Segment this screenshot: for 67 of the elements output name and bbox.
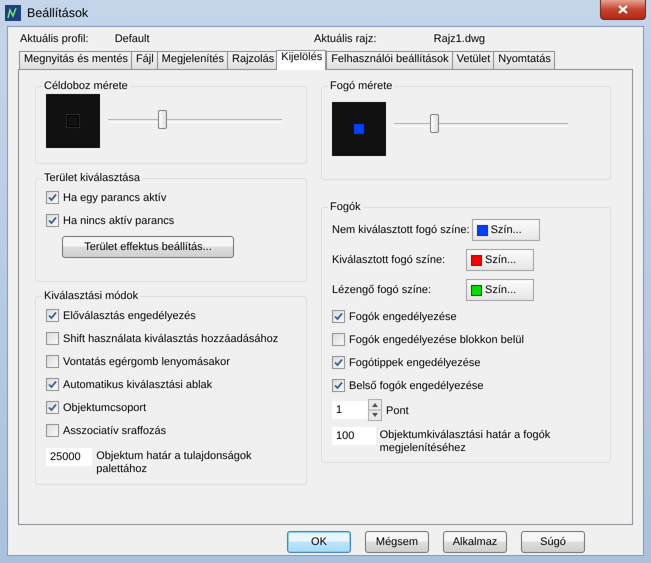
checkbox[interactable] <box>46 401 59 414</box>
close-icon <box>618 5 628 14</box>
checkbox[interactable] <box>332 356 345 369</box>
checkbox-label: Shift használata kiválasztás hozzáadásához <box>63 332 278 344</box>
pickbox-preview <box>46 94 100 148</box>
checkbox[interactable] <box>46 309 59 322</box>
profile-value: Default <box>114 33 151 47</box>
checkbox-label: Objektumcsoport <box>63 402 146 414</box>
field-label: Pont <box>386 404 409 418</box>
input-field[interactable]: 100 <box>332 427 376 445</box>
tab[interactable]: Fájl <box>130 51 158 69</box>
checkbox-label: Belső fogók engedélyezése <box>349 380 484 392</box>
checkbox[interactable] <box>46 355 59 368</box>
tab[interactable]: Nyomtatás <box>493 51 555 69</box>
checkbox-label: Előválasztás engedélyezés <box>63 310 196 322</box>
window-title: Beállítások <box>27 6 88 20</box>
group-title: Fogó mérete <box>329 80 394 92</box>
checkbox[interactable] <box>332 379 345 392</box>
dialog-button[interactable]: OK <box>287 531 351 553</box>
checkbox[interactable] <box>46 191 59 204</box>
field-label: Objektum határ a tulajdonságok palettához <box>96 449 253 476</box>
grip-preview <box>332 102 386 156</box>
app-icon <box>5 5 21 21</box>
checkbox-label: Fogók engedélyezése blokkon belül <box>349 334 524 346</box>
spinner-field[interactable]: 1 <box>332 401 368 419</box>
color-label: Nem kiválasztott fogó színe: <box>332 224 470 236</box>
color-button[interactable]: Szín... <box>466 249 534 271</box>
checkbox[interactable] <box>46 424 59 437</box>
dialog-button[interactable]: Alkalmaz <box>443 531 507 553</box>
drawing-value: Rajz1.dwg <box>434 33 486 47</box>
checkbox-label: Asszociatív sraffozás <box>63 424 166 436</box>
checkbox[interactable] <box>46 332 59 345</box>
checkbox-label: Ha egy parancs aktív <box>63 192 166 204</box>
checkbox[interactable] <box>46 378 59 391</box>
profile-label: Aktuális profil: <box>20 33 90 47</box>
checkbox-label: Fogótippek engedélyezése <box>349 356 480 368</box>
input-field[interactable]: 25000 <box>46 448 92 466</box>
checkbox-label: Fogók engedélyezése <box>349 310 457 322</box>
tab[interactable]: Megjelenítés <box>156 51 228 69</box>
group-title: Terület kiválasztása <box>43 172 141 184</box>
checkbox-label: Ha nincs aktív parancs <box>63 214 174 226</box>
color-button[interactable]: Szín... <box>472 219 540 241</box>
checkbox[interactable] <box>332 310 345 323</box>
checkbox-label: Automatikus kiválasztási ablak <box>63 378 212 390</box>
dialog-button[interactable]: Mégsem <box>365 531 429 553</box>
slider-thumb[interactable] <box>430 114 440 133</box>
checkbox[interactable] <box>46 214 59 227</box>
tab[interactable]: Felhasználói beállítások <box>326 51 453 69</box>
tab[interactable]: Kijelölés <box>276 50 326 70</box>
tab[interactable]: Vetület <box>452 51 494 69</box>
spinner-arrows-icon[interactable] <box>368 399 382 421</box>
group-title: Fogók <box>329 201 362 213</box>
checkbox-label: Vontatás egérgomb lenyomásakor <box>63 356 230 368</box>
close-button[interactable] <box>600 0 646 20</box>
area-effect-button[interactable]: Terület effektus beállítás... <box>62 236 234 258</box>
field-label: Objektumkiválasztási határ a fogók megjelenítéséhez <box>380 428 552 455</box>
group-title: Kiválasztási módok <box>43 290 140 302</box>
checkbox[interactable] <box>332 333 345 346</box>
color-button[interactable]: Szín... <box>466 279 534 301</box>
group-title: Céldoboz mérete <box>43 80 129 92</box>
color-label: Kiválasztott fogó színe: <box>332 254 446 266</box>
color-label: Lézengő fogó színe: <box>332 284 432 296</box>
dialog-button[interactable]: Súgó <box>521 531 585 553</box>
tab[interactable]: Rajzolás <box>227 51 278 69</box>
slider-thumb[interactable] <box>158 110 167 129</box>
tab[interactable]: Megnyitás és mentés <box>19 51 132 69</box>
drawing-label: Aktuális rajz: <box>314 33 378 47</box>
